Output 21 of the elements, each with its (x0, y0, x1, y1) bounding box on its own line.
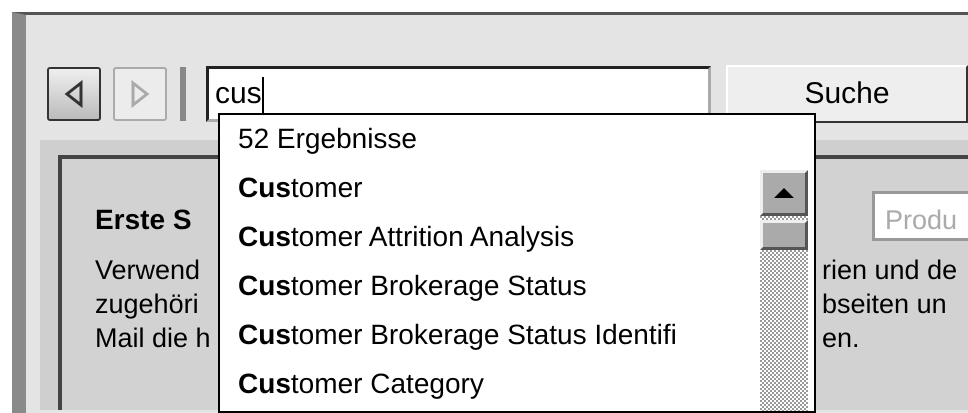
result-count: 52 Ergebnisse (238, 123, 418, 154)
suggestion-item[interactable]: Customer (238, 172, 362, 203)
section-heading: Erste S (95, 204, 192, 235)
paragraph-text: zugehöri (95, 289, 199, 319)
scroll-up-button[interactable] (760, 170, 808, 216)
right-triangle-icon (129, 78, 151, 108)
up-arrow-icon (774, 188, 794, 198)
left-triangle-icon (63, 78, 85, 108)
paragraph-text: bseiten un (822, 289, 947, 319)
paragraph-text: Mail die h (95, 323, 211, 353)
paragraph-text: Verwend (95, 255, 200, 285)
scroll-thumb[interactable] (760, 220, 808, 250)
back-button[interactable] (47, 66, 101, 120)
suggestion-item[interactable]: Customer Category (238, 368, 484, 399)
suggestion-item[interactable]: Customer Brokerage Status (238, 270, 587, 301)
paragraph-text: en. (822, 323, 860, 353)
suggestion-item[interactable]: Customer Brokerage Status Identifi (238, 319, 677, 350)
paragraph-text: rien und de (822, 255, 958, 285)
scrollbar[interactable] (760, 170, 808, 411)
suggestion-item[interactable]: Customer Attrition Analysis (238, 221, 574, 252)
search-button[interactable]: Suche (726, 64, 968, 122)
